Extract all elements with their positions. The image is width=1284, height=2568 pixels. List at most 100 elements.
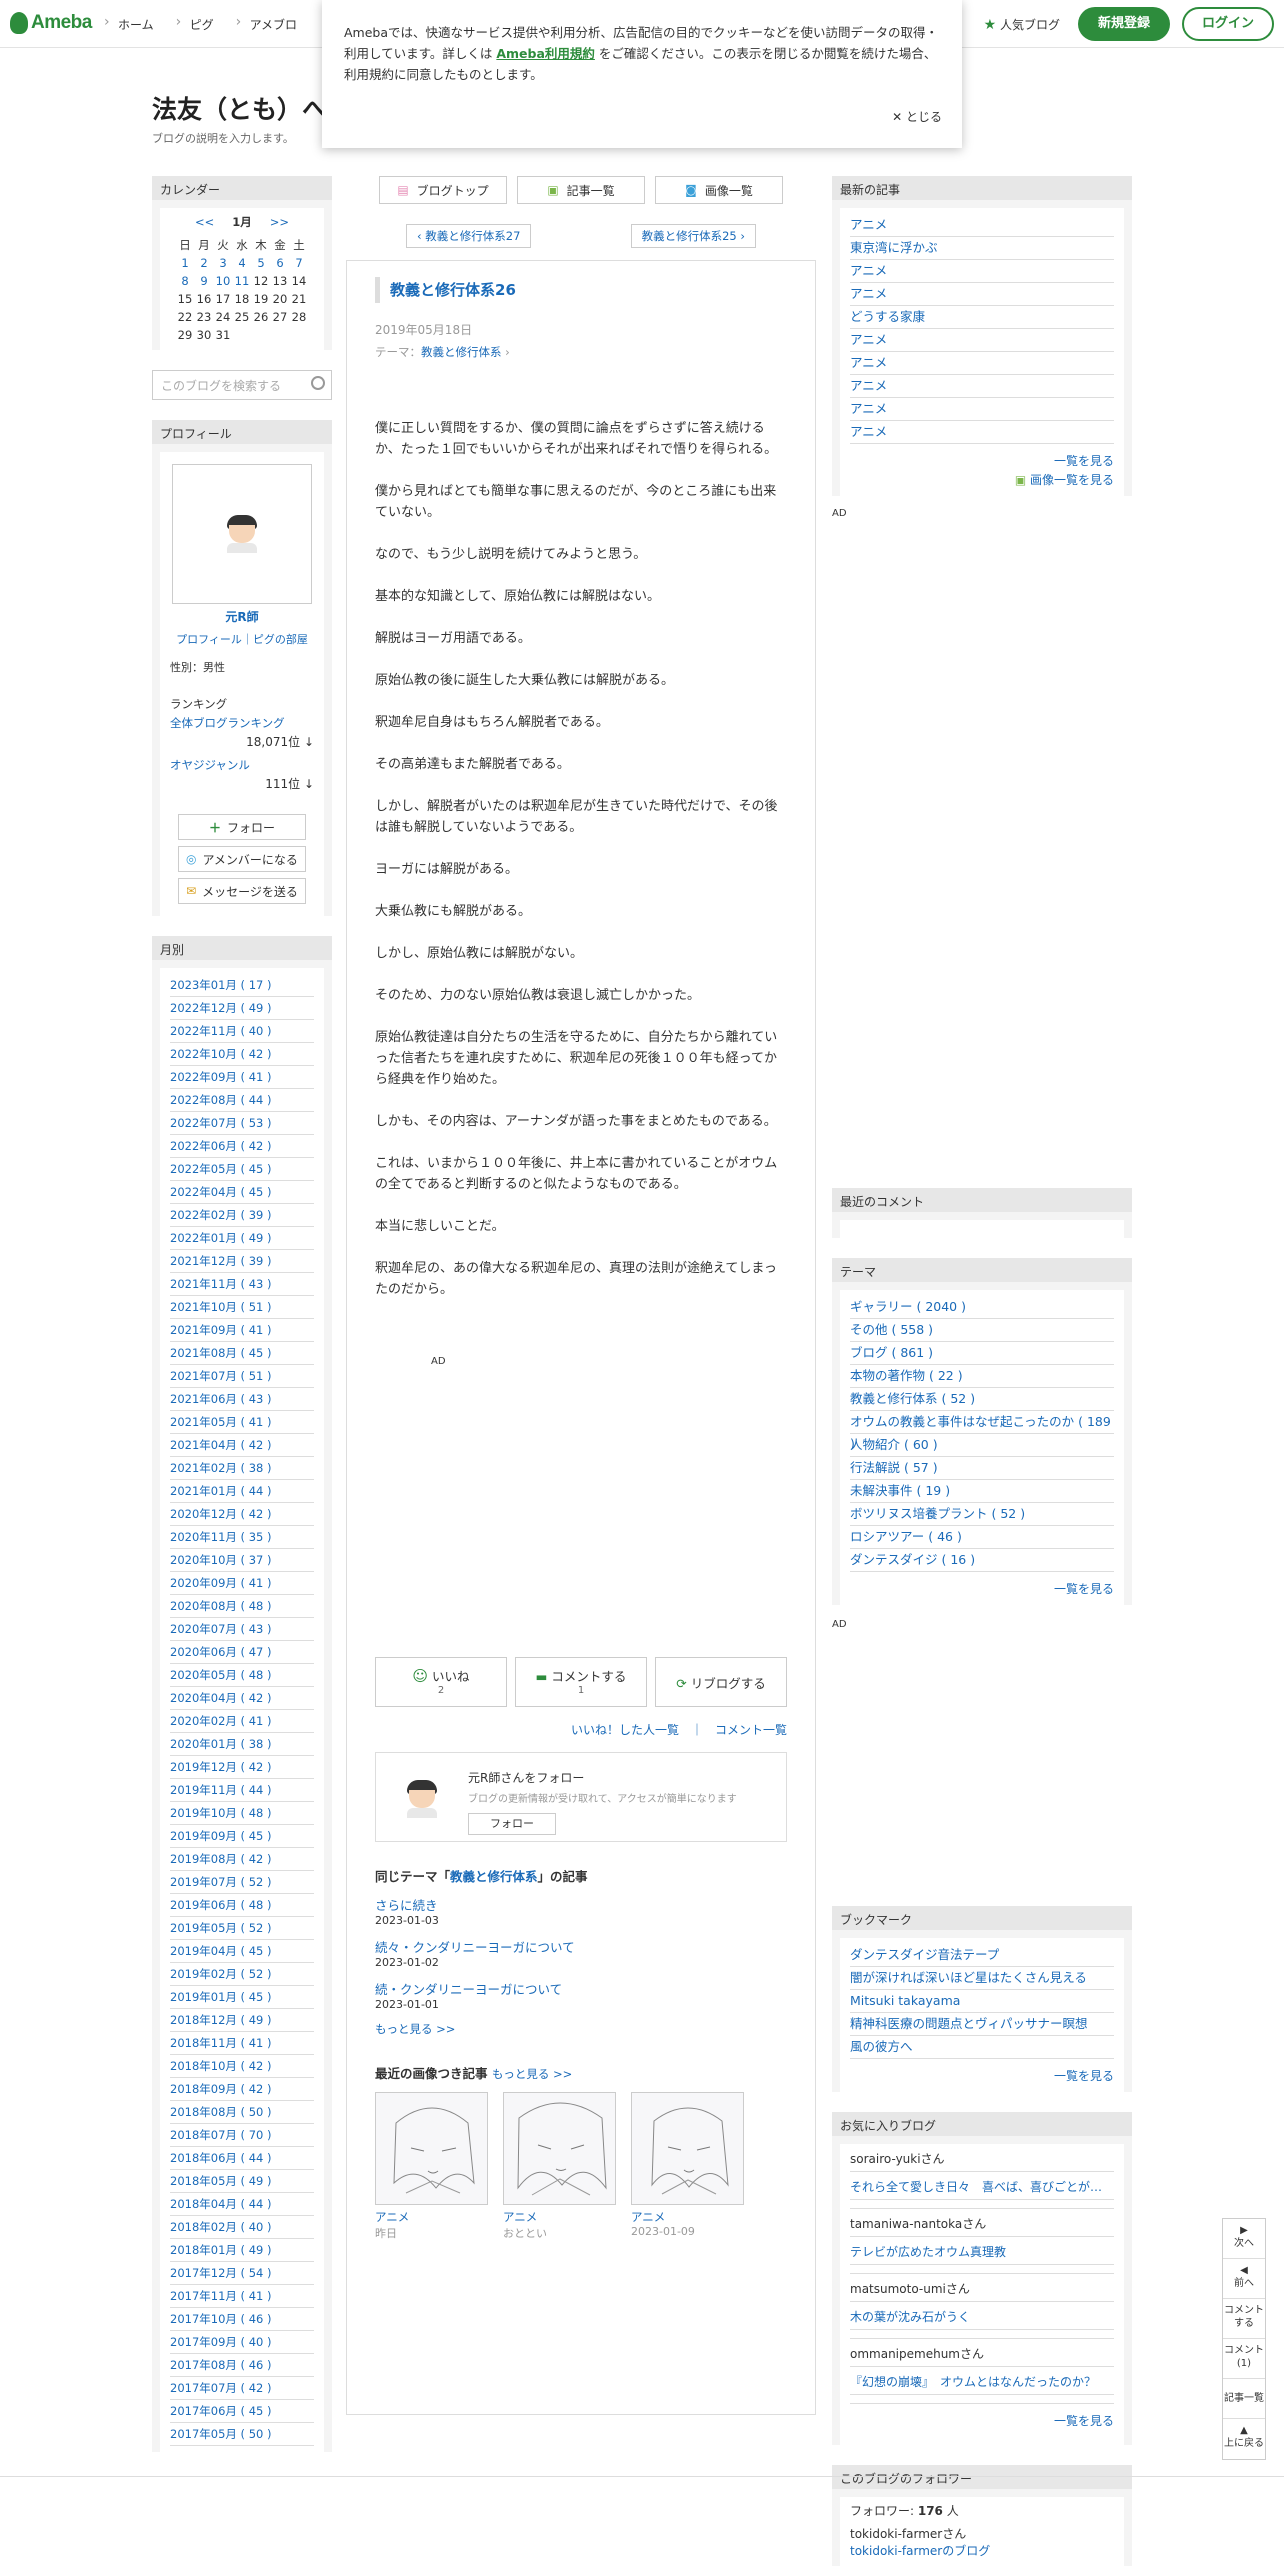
monthly-archive-link[interactable]: 2020年09月 ( 41 ) [170,1572,314,1595]
monthly-archive-link[interactable]: 2019年06月 ( 48 ) [170,1894,314,1917]
monthly-archive-link[interactable]: 2018年10月 ( 42 ) [170,2055,314,2078]
monthly-archive-link[interactable]: 2020年08月 ( 48 ) [170,1595,314,1618]
cookie-close-button[interactable]: ✕ とじる [892,107,942,128]
recent-entry-link[interactable]: アニメ [850,329,1114,352]
theme-link[interactable]: 未解決事件 ( 19 ) [850,1480,1114,1503]
image-list-button[interactable]: ◙ 画像一覧 [655,176,783,204]
calendar-prev[interactable]: << [195,215,214,229]
calendar-day[interactable]: 2 [195,254,214,272]
monthly-archive-link[interactable]: 2019年10月 ( 48 ) [170,1802,314,1825]
monthly-archive-link[interactable]: 2017年10月 ( 46 ) [170,2308,314,2331]
monthly-archive-link[interactable]: 2021年01月 ( 44 ) [170,1480,314,1503]
message-button[interactable]: ✉ メッセージを送る [178,878,306,904]
entry-list-button[interactable]: ▣ 記事一覧 [517,176,645,204]
float-comment-count[interactable]: コメント(1) [1223,2339,1265,2379]
follow-button[interactable]: ＋ フォロー [178,814,306,840]
theme-link[interactable]: ダンテスダイジ ( 16 ) [850,1549,1114,1572]
bookmark-link[interactable]: 精神科医療の問題点とヴィパッサナー瞑想 [850,2013,1114,2036]
monthly-archive-link[interactable]: 2017年06月 ( 45 ) [170,2400,314,2423]
monthly-archive-link[interactable]: 2023年01月 ( 17 ) [170,974,314,997]
monthly-archive-link[interactable]: 2017年11月 ( 41 ) [170,2285,314,2308]
reblog-button[interactable]: ⟳ リブログする [655,1657,787,1707]
thumb-card[interactable]: アニメ 昨日 [375,2092,488,2241]
monthly-archive-link[interactable]: 2018年01月 ( 49 ) [170,2239,314,2262]
monthly-archive-link[interactable]: 2019年01月 ( 45 ) [170,1986,314,2009]
monthly-archive-link[interactable]: 2021年07月 ( 51 ) [170,1365,314,1388]
monthly-archive-link[interactable]: 2017年07月 ( 42 ) [170,2377,314,2400]
monthly-archive-link[interactable]: 2020年04月 ( 42 ) [170,1687,314,1710]
bookmark-link[interactable]: 闇が深ければ深いほど星はたくさん見える [850,1967,1114,1990]
recent-entry-link[interactable]: アニメ [850,398,1114,421]
theme-link[interactable]: ブログ ( 861 ) [850,1342,1114,1365]
float-next-button[interactable]: ▶ 次へ [1223,2219,1265,2259]
monthly-archive-link[interactable]: 2018年12月 ( 49 ) [170,2009,314,2032]
theme-link[interactable]: 行法解説 ( 57 ) [850,1457,1114,1480]
bookmark-link[interactable]: Mitsuki takayama [850,1990,1114,2013]
search-icon[interactable] [311,376,325,390]
calendar-day[interactable]: 4 [233,254,252,272]
theme-link[interactable]: 教義と修行体系 ( 52 ) [850,1388,1114,1411]
terms-link[interactable]: Ameba利用規約 [496,46,595,61]
monthly-archive-link[interactable]: 2020年06月 ( 47 ) [170,1641,314,1664]
monthly-archive-link[interactable]: 2018年06月 ( 44 ) [170,2147,314,2170]
favorite-blog-link[interactable]: それら全て愛しき日々 喜べば、喜びごとが… [850,2178,1114,2200]
recent-entry-link[interactable]: アニメ [850,375,1114,398]
float-prev-button[interactable]: ◀ 前へ [1223,2259,1265,2299]
monthly-archive-link[interactable]: 2020年11月 ( 35 ) [170,1526,314,1549]
blog-search-input[interactable]: このブログを検索する [152,370,332,400]
recent-entry-link[interactable]: アニメ [850,421,1114,444]
monthly-archive-link[interactable]: 2021年02月 ( 38 ) [170,1457,314,1480]
monthly-archive-link[interactable]: 2022年09月 ( 41 ) [170,1066,314,1089]
monthly-archive-link[interactable]: 2018年08月 ( 50 ) [170,2101,314,2124]
article-title[interactable]: 教義と修行体系26 [375,277,787,303]
thumbnail-image[interactable] [375,2092,488,2205]
calendar-day[interactable]: 1 [176,254,195,272]
float-top-button[interactable]: ▲ 上に戻る [1223,2419,1265,2459]
monthly-archive-link[interactable]: 2021年10月 ( 51 ) [170,1296,314,1319]
recent-entry-link[interactable]: どうする家康 [850,306,1114,329]
monthly-archive-link[interactable]: 2021年12月 ( 39 ) [170,1250,314,1273]
monthly-archive-link[interactable]: 2017年09月 ( 40 ) [170,2331,314,2354]
theme-link[interactable]: 本物の著作物 ( 22 ) [850,1365,1114,1388]
monthly-archive-link[interactable]: 2022年11月 ( 40 ) [170,1020,314,1043]
nav-home[interactable]: ホーム [104,14,154,33]
monthly-archive-link[interactable]: 2021年08月 ( 45 ) [170,1342,314,1365]
calendar-day[interactable]: 8 [176,272,195,290]
recent-entry-link[interactable]: アニメ [850,283,1114,306]
monthly-archive-link[interactable]: 2021年11月 ( 43 ) [170,1273,314,1296]
profile-name[interactable]: 元R師 [170,608,314,625]
login-button[interactable]: ログイン [1181,7,1274,41]
theme-link[interactable]: オウムの教義と事件はなぜ起こったのか ( 189 ) [850,1411,1114,1451]
monthly-archive-link[interactable]: 2018年07月 ( 70 ) [170,2124,314,2147]
thumb-card[interactable]: アニメ おととい [503,2092,616,2241]
recent-entry-link[interactable]: アニメ [850,352,1114,375]
themes-more-link[interactable]: 一覧を見る [850,1580,1114,1599]
thumb-caption[interactable]: アニメ [631,2209,744,2225]
calendar-day[interactable]: 6 [271,254,290,272]
monthly-archive-link[interactable]: 2019年02月 ( 52 ) [170,1963,314,1986]
monthly-archive-link[interactable]: 2017年08月 ( 46 ) [170,2354,314,2377]
monthly-archive-link[interactable]: 2019年11月 ( 44 ) [170,1779,314,1802]
calendar-day[interactable]: 10 [214,272,233,290]
monthly-archive-link[interactable]: 2020年01月 ( 38 ) [170,1733,314,1756]
blog-title[interactable]: 法友（とも）へ [152,90,327,126]
favorite-blogs-more-link[interactable]: 一覧を見る [850,2412,1114,2433]
genre-ranking-link[interactable]: オヤジジャンル [170,756,314,775]
monthly-archive-link[interactable]: 2022年04月 ( 45 ) [170,1181,314,1204]
theme-link[interactable]: ボツリヌス培養プラント ( 52 ) [850,1503,1114,1526]
monthly-archive-link[interactable]: 2021年06月 ( 43 ) [170,1388,314,1411]
theme-link[interactable]: ロシアツアー ( 46 ) [850,1526,1114,1549]
monthly-archive-link[interactable]: 2018年11月 ( 41 ) [170,2032,314,2055]
nav-pigg[interactable]: ピグ [176,14,214,33]
follower-blog-link[interactable]: tokidoki-farmerのブログ [850,2543,1114,2560]
monthly-archive-link[interactable]: 2020年10月 ( 37 ) [170,1549,314,1572]
monthly-archive-link[interactable]: 2022年10月 ( 42 ) [170,1043,314,1066]
monthly-archive-link[interactable]: 2021年09月 ( 41 ) [170,1319,314,1342]
bookmarks-more-link[interactable]: 一覧を見る [850,2067,1114,2086]
monthly-archive-link[interactable]: 2021年05月 ( 41 ) [170,1411,314,1434]
recent-entry-link[interactable]: 東京湾に浮かぶ [850,237,1114,260]
monthly-archive-link[interactable]: 2017年12月 ( 54 ) [170,2262,314,2285]
monthly-archive-link[interactable]: 2020年07月 ( 43 ) [170,1618,314,1641]
theme-link[interactable]: 人物紹介 ( 60 ) [850,1434,1114,1457]
calendar-day[interactable]: 5 [252,254,271,272]
